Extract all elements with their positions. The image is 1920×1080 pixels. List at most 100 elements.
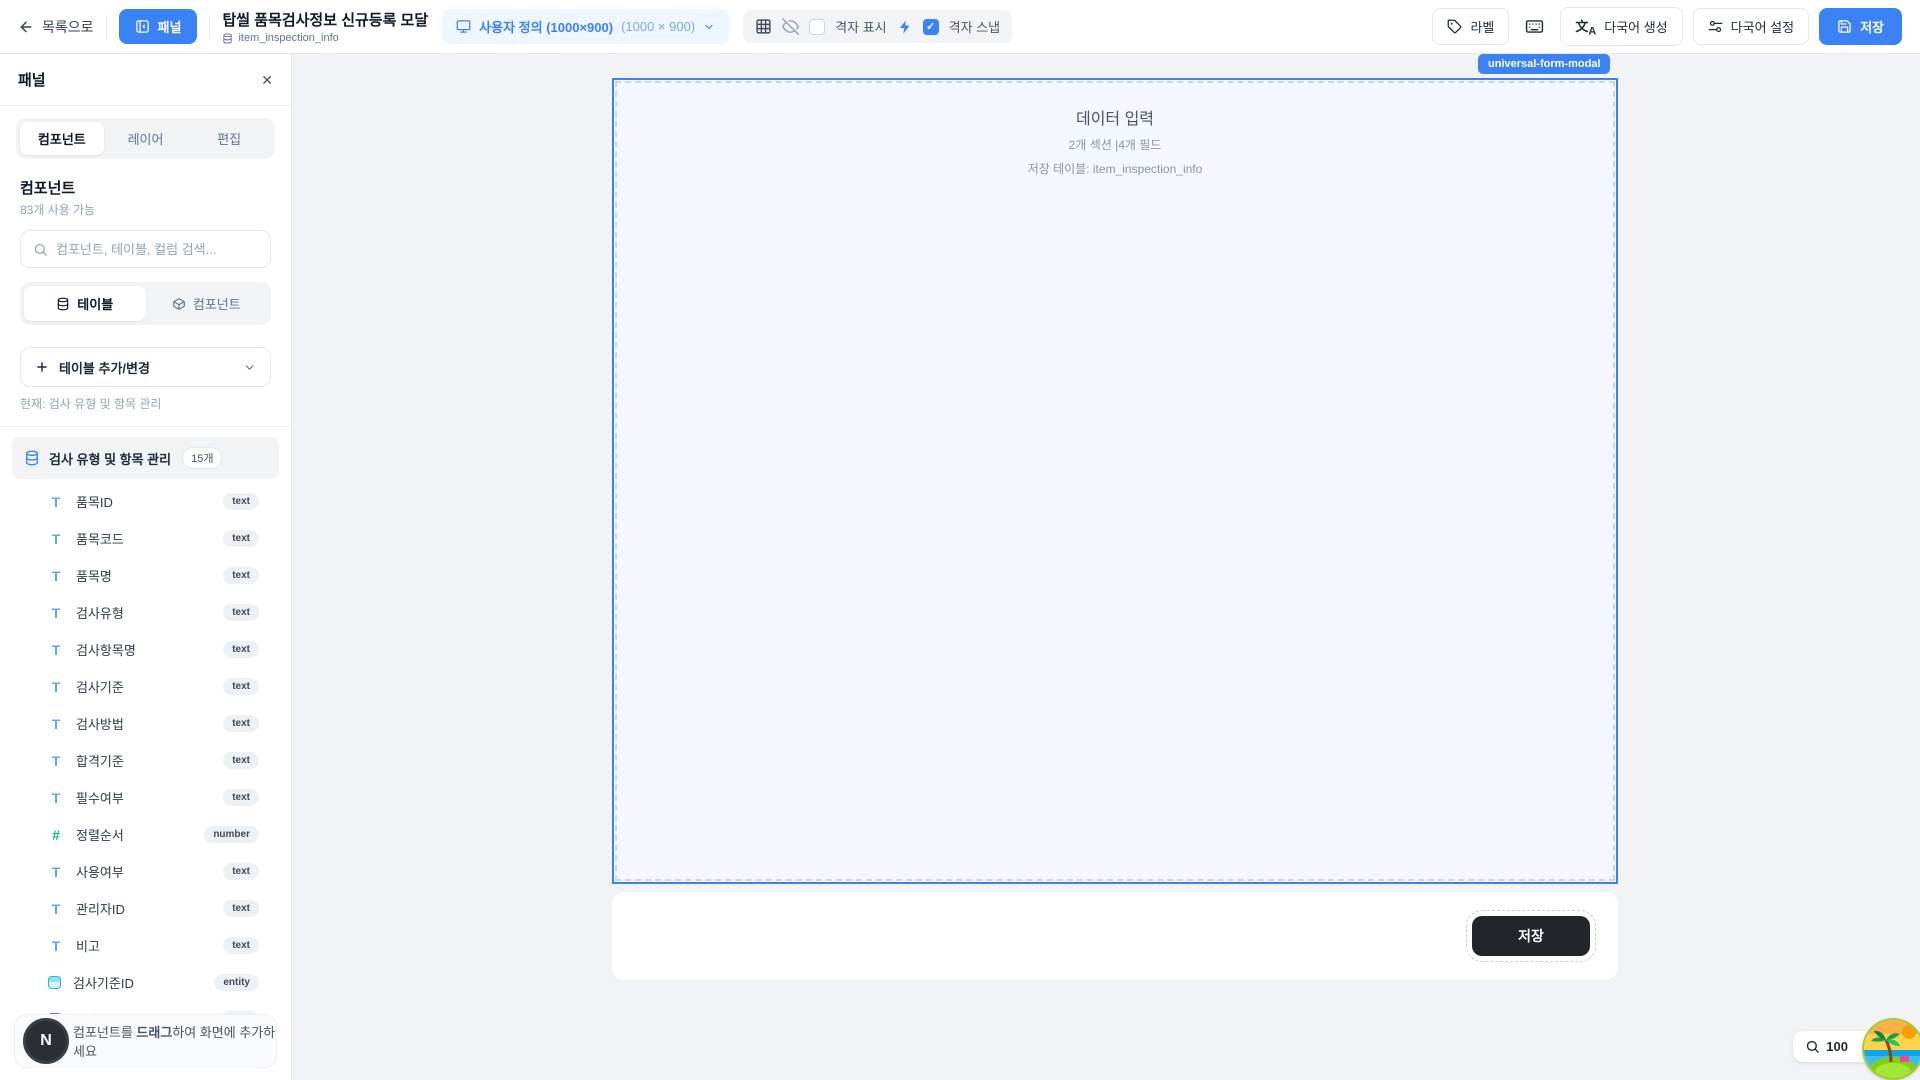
field-row[interactable]: T 품목코드 text xyxy=(0,520,291,557)
divider xyxy=(106,15,107,39)
field-name: 검사유형 xyxy=(76,603,124,622)
text-field-icon: T xyxy=(48,642,64,658)
text-field-icon: T xyxy=(48,531,64,547)
database-icon xyxy=(56,297,70,311)
close-icon[interactable]: ✕ xyxy=(261,73,273,87)
modal-summary: 2개 섹션 |4개 필드 xyxy=(1069,136,1162,153)
field-row[interactable]: # 정렬순서 number xyxy=(0,816,291,853)
save-icon xyxy=(1837,19,1852,34)
add-table-button[interactable]: 테이블 추가/변경 xyxy=(20,347,271,387)
field-type-badge: text xyxy=(223,900,259,917)
text-field-icon: T xyxy=(48,679,64,695)
component-search[interactable] xyxy=(20,230,271,268)
page-title-block: 탑씰 품목검사정보 신규등록 모달 item_inspection_info xyxy=(222,9,428,44)
text-field-icon: T xyxy=(48,753,64,769)
keyboard-icon xyxy=(1525,17,1544,36)
field-count-badge: 15개 xyxy=(182,447,222,469)
tab-components[interactable]: 컴포넌트 xyxy=(20,122,104,155)
eye-off-icon[interactable] xyxy=(782,18,799,35)
panel-toggle-label: 패널 xyxy=(158,17,182,36)
keyboard-shortcuts-button[interactable] xyxy=(1519,11,1550,42)
design-canvas[interactable]: universal-form-modal 데이터 입력 2개 섹션 |4개 필드… xyxy=(292,54,1920,1080)
back-to-list-label: 목록으로 xyxy=(42,17,94,37)
zoom-indicator[interactable]: 100 xyxy=(1793,1031,1874,1062)
i18n-settings-button[interactable]: 다국어 설정 xyxy=(1693,8,1809,45)
field-name: 필수여부 xyxy=(76,788,124,807)
tab-edit[interactable]: 편집 xyxy=(187,122,271,155)
grid-icon[interactable] xyxy=(755,18,772,35)
field-name: 비고 xyxy=(76,936,100,955)
field-row[interactable]: T 관리자ID text xyxy=(0,890,291,927)
package-icon xyxy=(172,297,186,311)
drag-hint-text: 컴포넌트를 드래그하여 화면에 추가하세요 xyxy=(73,1022,276,1060)
panel-header: 패널 ✕ xyxy=(0,54,291,106)
table-card[interactable]: 검사 유형 및 항목 관리 15개 xyxy=(12,437,279,479)
search-icon xyxy=(33,242,48,257)
tag-icon xyxy=(1447,19,1462,34)
field-row[interactable]: T 검사방법 text xyxy=(0,705,291,742)
field-row[interactable]: 검사기준ID entity xyxy=(0,964,291,1001)
field-row[interactable]: T 검사기준 text xyxy=(0,668,291,705)
modal-save-button[interactable]: 저장 xyxy=(1472,916,1590,956)
table-card-name: 검사 유형 및 항목 관리 xyxy=(49,449,171,468)
source-tab-components[interactable]: 컴포넌트 xyxy=(146,286,268,321)
label-button[interactable]: 라벨 xyxy=(1432,8,1509,45)
search-input[interactable] xyxy=(56,242,258,257)
snap-grid-checkbox[interactable]: ✓ xyxy=(923,19,939,35)
text-field-icon: T xyxy=(48,494,64,510)
form-modal-body[interactable]: 데이터 입력 2개 섹션 |4개 필드 저장 테이블: item_inspect… xyxy=(612,78,1618,884)
field-name: 품목ID xyxy=(76,492,113,511)
field-name: 품목명 xyxy=(76,566,112,585)
field-row[interactable]: T 필수여부 text xyxy=(0,779,291,816)
snap-grid-label: 격자 스냅 xyxy=(949,17,1000,36)
save-button-label: 저장 xyxy=(1860,17,1884,36)
panel-left-icon xyxy=(135,19,150,34)
panel-tabs: 컴포넌트 레이어 편집 xyxy=(16,118,275,159)
viewport-label: 사용자 정의 (1000×900) xyxy=(479,17,613,36)
field-row[interactable]: T 합격기준 text xyxy=(0,742,291,779)
save-button[interactable]: 저장 xyxy=(1819,8,1902,45)
field-type-badge: text xyxy=(223,715,259,732)
modal-title: 데이터 입력 xyxy=(1076,105,1154,129)
field-name: 관리자ID xyxy=(76,899,125,918)
field-name: 검사기준ID xyxy=(73,973,134,992)
show-grid-checkbox[interactable] xyxy=(809,19,825,35)
lightning-icon xyxy=(897,19,913,35)
header-right: 라벨 文A 다국어 생성 다국어 설정 저장 xyxy=(1432,7,1902,47)
components-title: 컴포넌트 xyxy=(20,177,271,198)
panel-title: 패널 xyxy=(18,69,46,90)
source-tab-tables-label: 테이블 xyxy=(77,294,113,313)
drag-hint: N 컴포넌트를 드래그하여 화면에 추가하세요 xyxy=(14,1014,277,1068)
database-icon xyxy=(222,33,233,44)
field-row[interactable]: T 사용여부 text xyxy=(0,853,291,890)
field-name: 검사방법 xyxy=(76,714,124,733)
field-row[interactable]: T 품목명 text xyxy=(0,557,291,594)
field-row[interactable]: T 검사항목명 text xyxy=(0,631,291,668)
tab-layers[interactable]: 레이어 xyxy=(104,122,188,155)
zoom-value: 100 xyxy=(1826,1039,1848,1054)
label-button-text: 라벨 xyxy=(1470,17,1494,36)
field-type-badge: text xyxy=(223,752,259,769)
sidebar-panel: 패널 ✕ 컴포넌트 레이어 편집 컴포넌트 83개 사용 가능 테이블 컴포넌트… xyxy=(0,54,292,1080)
back-arrow-icon xyxy=(18,19,34,35)
text-field-icon: T xyxy=(48,938,64,954)
text-field-icon: T xyxy=(48,605,64,621)
i18n-generate-button[interactable]: 文A 다국어 생성 xyxy=(1560,7,1682,47)
source-tab-tables[interactable]: 테이블 xyxy=(24,286,146,321)
divider xyxy=(209,15,210,39)
field-type-badge: text xyxy=(223,937,259,954)
number-field-icon: # xyxy=(48,827,64,843)
back-to-list-button[interactable]: 목록으로 xyxy=(18,17,94,37)
field-name: 검사항목명 xyxy=(76,640,136,659)
panel-toggle-button[interactable]: 패널 xyxy=(119,9,198,44)
languages-icon: 文A xyxy=(1575,16,1596,38)
field-row[interactable]: T 비고 text xyxy=(0,927,291,964)
field-row[interactable]: T 검사유형 text xyxy=(0,594,291,631)
form-modal-footer: 저장 xyxy=(612,892,1618,980)
viewport-size-value: (1000 × 900) xyxy=(621,19,695,34)
field-row[interactable]: T 품목ID text xyxy=(0,483,291,520)
island-badge-icon[interactable] xyxy=(1864,1020,1920,1078)
field-name: 사용여부 xyxy=(76,862,124,881)
chevron-down-icon xyxy=(243,361,256,374)
viewport-size-selector[interactable]: 사용자 정의 (1000×900) (1000 × 900) xyxy=(442,9,729,44)
